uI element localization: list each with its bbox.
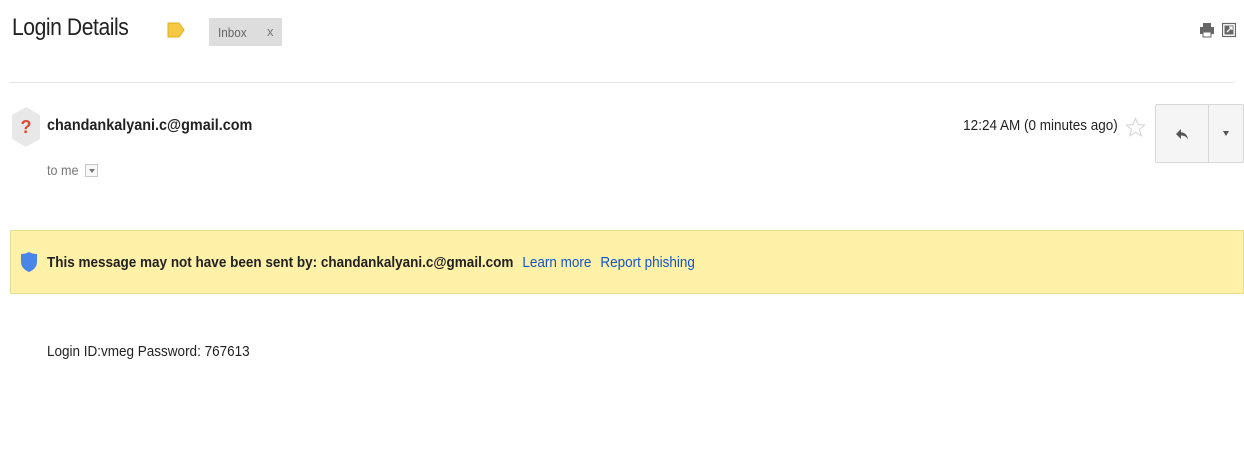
reply-button-group	[1155, 104, 1244, 163]
star-icon[interactable]	[1125, 117, 1146, 138]
reply-button[interactable]	[1156, 105, 1208, 162]
email-subject: Login Details	[12, 14, 129, 41]
recipients-text: to me	[47, 162, 79, 178]
message-timestamp: 12:24 AM (0 minutes ago)	[963, 117, 1118, 134]
unknown-sender-icon: ?	[12, 107, 40, 147]
reply-icon	[1176, 128, 1188, 139]
message-body: Login ID:vmeg Password: 767613	[47, 343, 250, 360]
shield-icon	[21, 252, 37, 272]
chevron-down-icon	[1223, 131, 1229, 136]
show-details-button[interactable]	[85, 163, 99, 177]
report-phishing-link[interactable]: Report phishing	[600, 254, 695, 271]
warning-message: This message may not have been sent by: …	[47, 253, 514, 271]
remove-label-button[interactable]: x	[267, 24, 274, 39]
message-header: Login Details Inbox x	[0, 0, 1244, 82]
svg-text:?: ?	[21, 117, 32, 137]
header-divider	[10, 82, 1234, 83]
phishing-warning-bar: This message may not have been sent by: …	[10, 230, 1244, 294]
sender-email[interactable]: chandankalyani.c@gmail.com	[47, 117, 252, 135]
print-icon[interactable]	[1200, 22, 1214, 38]
learn-more-link[interactable]: Learn more	[522, 254, 591, 271]
recipients-row: to me	[47, 162, 99, 178]
important-marker-icon[interactable]	[166, 22, 186, 38]
warning-text-row: This message may not have been sent by: …	[47, 254, 695, 271]
open-in-new-window-icon[interactable]	[1222, 22, 1236, 38]
more-actions-button[interactable]	[1208, 105, 1243, 162]
email-view: Login Details Inbox x ? chandankalyani.c	[0, 0, 1244, 453]
label-text: Inbox	[218, 24, 247, 40]
header-actions	[1200, 22, 1236, 38]
inbox-label-chip: Inbox x	[209, 18, 282, 46]
